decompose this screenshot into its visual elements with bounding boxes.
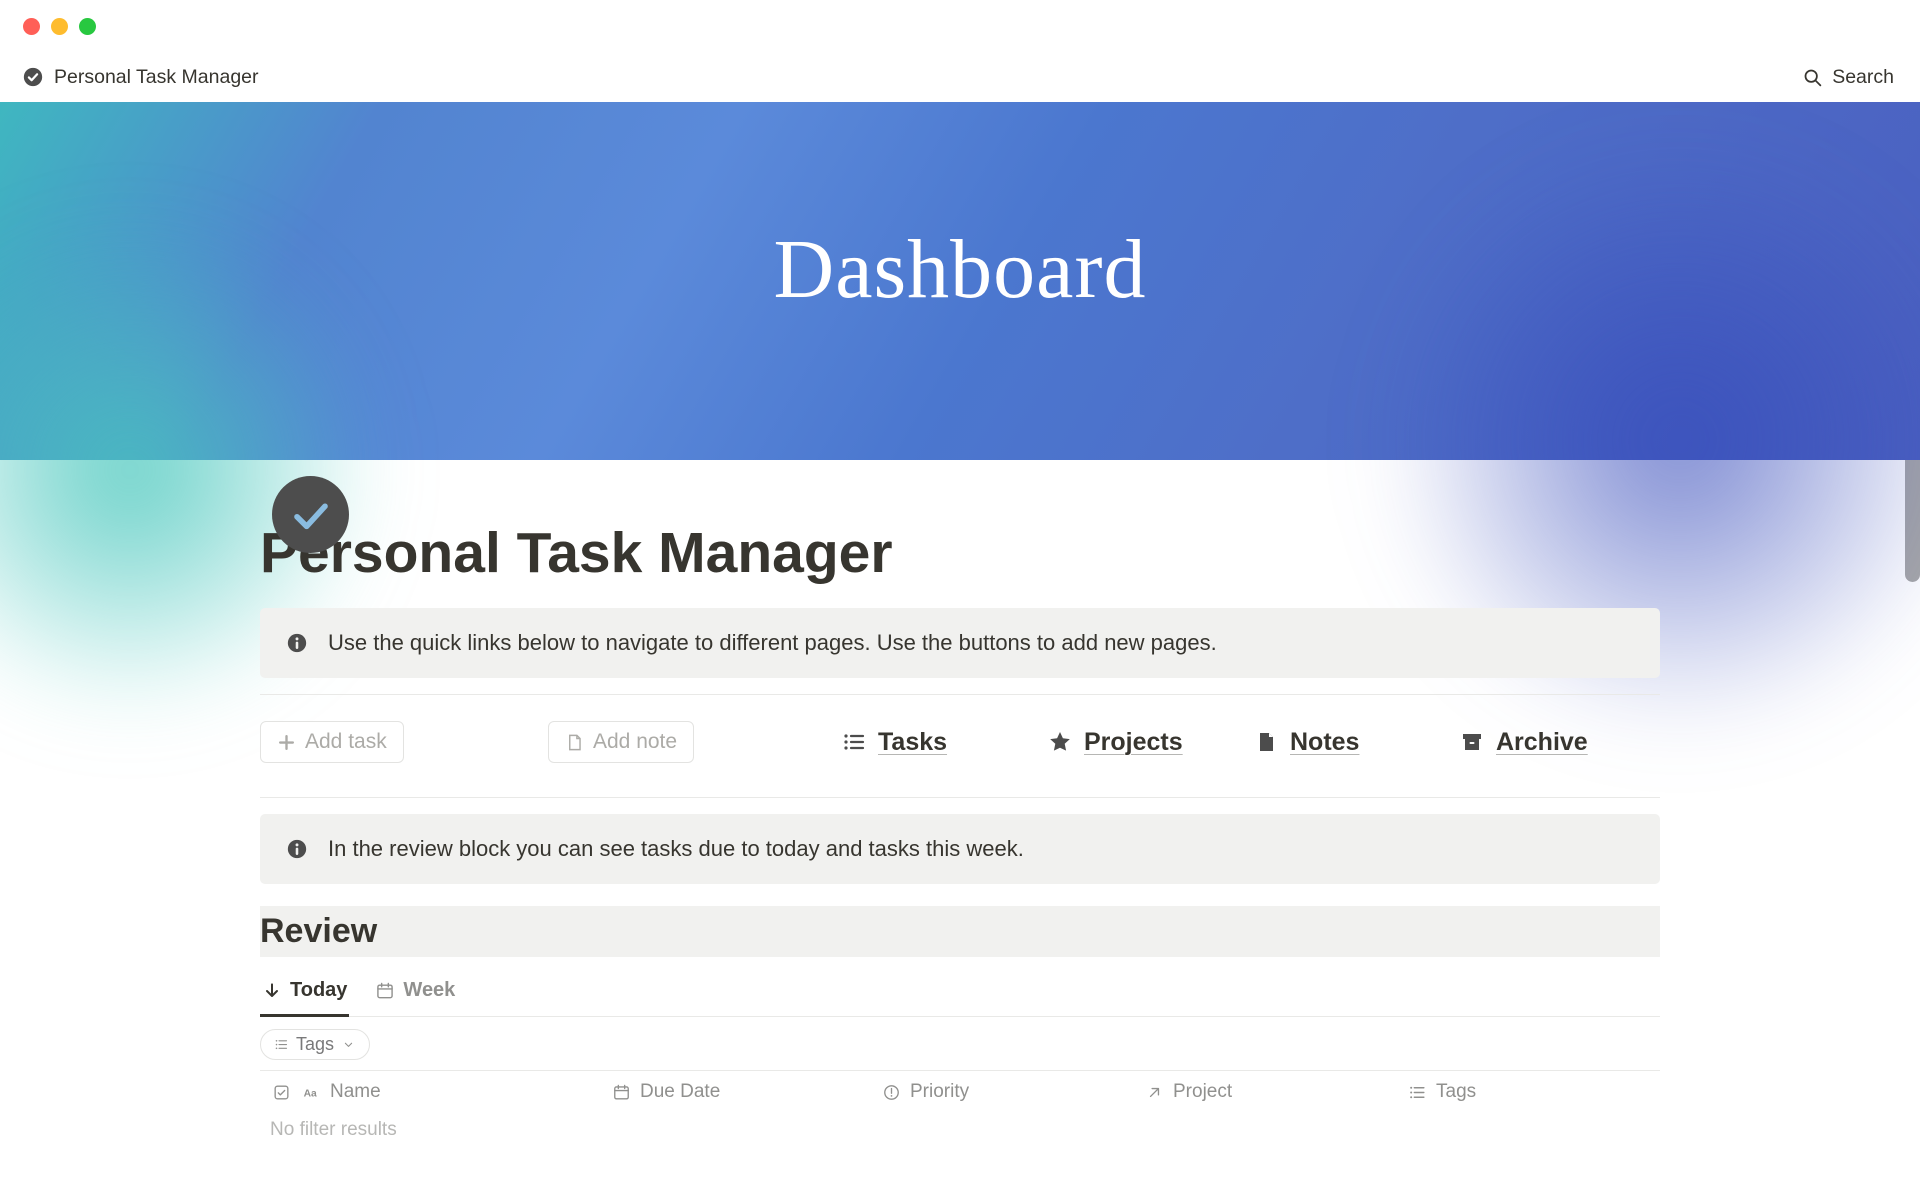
checkmark-icon bbox=[290, 494, 332, 536]
link-archive-label: Archive bbox=[1496, 728, 1588, 757]
priority-icon bbox=[882, 1083, 901, 1102]
page-content: Personal Task Manager Use the quick link… bbox=[130, 520, 1790, 1147]
add-note-label: Add note bbox=[593, 730, 677, 754]
cover-title: Dashboard bbox=[774, 221, 1147, 318]
topbar: Personal Task Manager Search bbox=[0, 52, 1920, 102]
callout-review-text: In the review block you can see tasks du… bbox=[328, 836, 1024, 862]
window-minimize-icon[interactable] bbox=[51, 18, 68, 35]
note-icon bbox=[565, 733, 584, 752]
checkmark-circle-icon bbox=[22, 66, 44, 88]
calendar-icon bbox=[612, 1083, 631, 1102]
column-priority[interactable]: Priority bbox=[882, 1081, 1145, 1103]
review-tabs: Today Week bbox=[260, 969, 1660, 1017]
star-icon bbox=[1048, 730, 1072, 754]
link-archive[interactable]: Archive bbox=[1460, 728, 1588, 757]
column-due-label: Due Date bbox=[640, 1081, 720, 1103]
tab-today-label: Today bbox=[290, 979, 347, 1002]
search-label: Search bbox=[1832, 66, 1894, 89]
column-name[interactable]: Aa Name bbox=[302, 1081, 612, 1103]
tab-week[interactable]: Week bbox=[373, 969, 457, 1017]
add-task-label: Add task bbox=[305, 730, 387, 754]
checkbox-icon bbox=[272, 1083, 291, 1102]
breadcrumb[interactable]: Personal Task Manager bbox=[22, 66, 259, 89]
link-notes-label: Notes bbox=[1290, 728, 1359, 757]
link-projects-label: Projects bbox=[1084, 728, 1183, 757]
arrow-upright-icon bbox=[1145, 1083, 1164, 1102]
column-priority-label: Priority bbox=[910, 1081, 969, 1103]
callout-review: In the review block you can see tasks du… bbox=[260, 814, 1660, 884]
info-icon bbox=[286, 838, 308, 860]
callout-quicklinks: Use the quick links below to navigate to… bbox=[260, 608, 1660, 678]
tab-week-label: Week bbox=[403, 979, 455, 1002]
column-project-label: Project bbox=[1173, 1081, 1232, 1103]
link-projects[interactable]: Projects bbox=[1048, 728, 1183, 757]
divider bbox=[260, 694, 1660, 695]
column-checkbox[interactable] bbox=[260, 1083, 302, 1102]
table-empty-state: No filter results bbox=[260, 1113, 1660, 1147]
window-zoom-icon[interactable] bbox=[79, 18, 96, 35]
table-header: Aa Name Due Date Priority Project Tags bbox=[260, 1070, 1660, 1113]
window-chrome bbox=[0, 0, 1920, 52]
divider bbox=[260, 797, 1660, 798]
chevron-down-icon bbox=[341, 1037, 356, 1052]
column-tags-label: Tags bbox=[1436, 1081, 1476, 1103]
info-icon bbox=[286, 632, 308, 654]
link-tasks[interactable]: Tasks bbox=[842, 728, 947, 757]
filter-tags-chip[interactable]: Tags bbox=[260, 1029, 370, 1060]
list-icon bbox=[842, 730, 866, 754]
list-icon bbox=[274, 1037, 289, 1052]
list-icon bbox=[1408, 1083, 1427, 1102]
review-heading[interactable]: Review bbox=[260, 906, 1660, 957]
add-task-button[interactable]: Add task bbox=[260, 721, 404, 763]
page-scroll-area[interactable]: Dashboard Personal Task Manager Use the … bbox=[0, 102, 1920, 1200]
archive-icon bbox=[1460, 730, 1484, 754]
tab-today[interactable]: Today bbox=[260, 969, 349, 1017]
quick-actions-row: Add task Add note Tasks bbox=[260, 711, 1660, 781]
svg-text:Aa: Aa bbox=[304, 1088, 317, 1099]
window-close-icon[interactable] bbox=[23, 18, 40, 35]
page-icon bbox=[1254, 730, 1278, 754]
column-due-date[interactable]: Due Date bbox=[612, 1081, 882, 1103]
link-tasks-label: Tasks bbox=[878, 728, 947, 757]
page-title[interactable]: Personal Task Manager bbox=[260, 520, 1660, 586]
filter-tags-label: Tags bbox=[296, 1034, 334, 1055]
filter-row: Tags bbox=[260, 1017, 1660, 1070]
plus-icon bbox=[277, 733, 296, 752]
callout-quicklinks-text: Use the quick links below to navigate to… bbox=[328, 630, 1217, 656]
cover-image[interactable]: Dashboard bbox=[0, 102, 1920, 460]
column-project[interactable]: Project bbox=[1145, 1081, 1408, 1103]
search-button[interactable]: Search bbox=[1802, 66, 1894, 89]
breadcrumb-title: Personal Task Manager bbox=[54, 66, 259, 89]
add-note-button[interactable]: Add note bbox=[548, 721, 694, 763]
calendar-icon bbox=[375, 981, 395, 1001]
link-notes[interactable]: Notes bbox=[1254, 728, 1359, 757]
page-icon[interactable] bbox=[272, 476, 349, 553]
text-aa-icon: Aa bbox=[302, 1083, 321, 1102]
column-tags[interactable]: Tags bbox=[1408, 1081, 1660, 1103]
arrow-down-icon bbox=[262, 981, 282, 1001]
search-icon bbox=[1802, 67, 1823, 88]
column-name-label: Name bbox=[330, 1081, 381, 1103]
